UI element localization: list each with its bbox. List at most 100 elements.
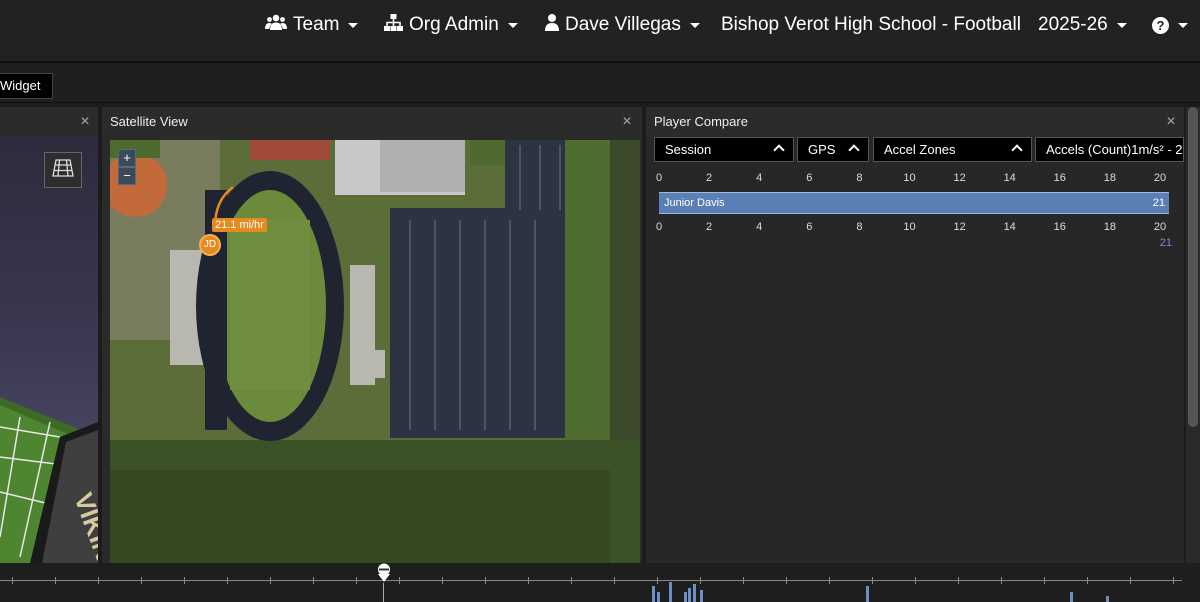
- compare-body: Session GPS Accel Zones Accels (Count)1m…: [646, 137, 1184, 563]
- activity-spike: [1070, 592, 1073, 602]
- session-dropdown[interactable]: Session: [654, 137, 794, 162]
- field-3d-render: VIKINGS: [0, 397, 98, 563]
- axis-tick-label: 12: [953, 221, 966, 233]
- timeline-tick: [141, 577, 142, 584]
- metric-dropdown[interactable]: Accels (Count)1m/s² - 2: [1035, 137, 1184, 162]
- scrollbar-thumb[interactable]: [1188, 107, 1198, 427]
- close-icon[interactable]: ×: [78, 107, 92, 137]
- field-3d-view[interactable]: VIKINGS: [0, 137, 98, 563]
- axis-tick-label: 8: [856, 221, 863, 233]
- org-admin-label: Org Admin: [409, 14, 499, 35]
- field-3d-panel: × VIKINGS: [0, 107, 98, 563]
- satellite-map[interactable]: + − 21.1 mi/hr JD: [110, 140, 640, 563]
- grid-icon: [52, 158, 74, 182]
- axis-tick-label: 6: [806, 221, 813, 233]
- axis-tick-label: 12: [953, 172, 966, 184]
- activity-spike: [684, 592, 687, 602]
- zoom-in-button[interactable]: +: [118, 149, 136, 167]
- axis-tick-label: 8: [856, 172, 863, 184]
- timeline-tick: [829, 577, 830, 584]
- timeline-tick: [270, 577, 271, 584]
- timeline-tick: [700, 577, 701, 584]
- player-compare-panel: Player Compare × Session GPS Accel Zones…: [646, 107, 1184, 563]
- accel-zones-dropdown-label: Accel Zones: [884, 142, 956, 157]
- timeline-tick: [571, 577, 572, 584]
- timeline-tick: [614, 577, 615, 584]
- timeline-tick: [1173, 577, 1174, 584]
- timeline-tick: [786, 577, 787, 584]
- help-menu[interactable]: ?: [1152, 0, 1188, 50]
- chevron-up-icon: [1011, 144, 1023, 156]
- timeline-tick: [227, 577, 228, 584]
- chevron-down-icon: [689, 22, 700, 28]
- player-marker[interactable]: JD: [199, 234, 221, 256]
- season-label: 2025-26: [1038, 14, 1108, 35]
- timeline-tick: [1130, 577, 1131, 584]
- page-scrollbar[interactable]: [1186, 107, 1200, 563]
- timeline-tick: [1001, 577, 1002, 584]
- chevron-down-icon: [1178, 22, 1188, 28]
- session-dropdown-label: Session: [665, 142, 712, 157]
- close-icon[interactable]: ×: [1164, 107, 1178, 137]
- top-nav: Team Org Admin Dave Villegas Bishop Vero…: [0, 0, 1200, 63]
- axis-tick-label: 0: [655, 172, 663, 184]
- timeline-tick: [356, 577, 357, 584]
- timeline-tick: [98, 577, 99, 584]
- metric-dropdown-label: Accels (Count)1m/s² - 2: [1046, 142, 1183, 157]
- playhead-line: [383, 583, 384, 602]
- timeline-tick: [958, 577, 959, 584]
- timeline-tick: [399, 577, 400, 584]
- activity-spike: [657, 592, 660, 602]
- axis-tick-label: 16: [1053, 221, 1066, 233]
- timeline-tick: [442, 577, 443, 584]
- axis-tick-label: 18: [1103, 221, 1117, 233]
- widget-tab-strip: Widget: [0, 65, 1200, 103]
- timeline-tick: [743, 577, 744, 584]
- chevron-down-icon: [1116, 22, 1127, 28]
- axis-tick-label: 18: [1103, 172, 1117, 184]
- organization-name[interactable]: Bishop Verot High School - Football: [721, 0, 1021, 50]
- zoom-out-button[interactable]: −: [118, 167, 136, 185]
- session-timeline[interactable]: [0, 563, 1200, 602]
- timeline-tick: [528, 577, 529, 584]
- activity-spike: [688, 588, 691, 602]
- axis-tick-label: 0: [655, 221, 663, 233]
- timeline-tick: [1087, 577, 1088, 584]
- timeline-tick: [55, 577, 56, 584]
- axis-tick-label: 4: [756, 221, 763, 233]
- speed-label: 21.1 mi/hr: [212, 218, 267, 232]
- season-menu[interactable]: 2025-26: [1038, 0, 1127, 50]
- player-bar[interactable]: Junior Davis 21: [659, 192, 1169, 214]
- zoom-controls: + −: [118, 149, 136, 185]
- accel-zones-dropdown[interactable]: Accel Zones: [873, 137, 1032, 162]
- team-icon: [265, 14, 293, 36]
- player-bar-name: Junior Davis: [664, 197, 725, 209]
- activity-spike: [693, 584, 696, 602]
- activity-spike: [700, 590, 703, 602]
- total-value: 21: [1159, 237, 1172, 249]
- satellite-imagery: [110, 140, 640, 563]
- timeline-tick: [915, 577, 916, 584]
- org-admin-menu[interactable]: Org Admin: [384, 0, 518, 50]
- axis-tick-label: 4: [756, 172, 763, 184]
- axis-tick-label: 6: [806, 172, 813, 184]
- panel-title: Satellite View: [102, 107, 642, 137]
- gps-dropdown-label: GPS: [808, 142, 836, 157]
- gps-dropdown[interactable]: GPS: [797, 137, 869, 162]
- timeline-track: [0, 580, 1182, 581]
- chevron-down-icon: [507, 22, 518, 28]
- field-grid-button[interactable]: [44, 152, 82, 188]
- close-icon[interactable]: ×: [620, 107, 634, 137]
- activity-spike: [1106, 596, 1109, 602]
- axis-tick-label: 10: [903, 221, 916, 233]
- chevron-up-icon: [773, 144, 785, 156]
- playhead-icon: [378, 563, 390, 582]
- tab-widget[interactable]: Widget: [0, 73, 53, 99]
- user-menu[interactable]: Dave Villegas: [545, 0, 700, 50]
- axis-tick-label: 20: [1153, 221, 1167, 233]
- timeline-playhead[interactable]: [375, 563, 393, 583]
- timeline-tick: [184, 577, 185, 584]
- sitemap-icon: [384, 13, 409, 37]
- team-menu[interactable]: Team: [265, 0, 359, 50]
- axis-tick-label: 14: [1003, 172, 1016, 184]
